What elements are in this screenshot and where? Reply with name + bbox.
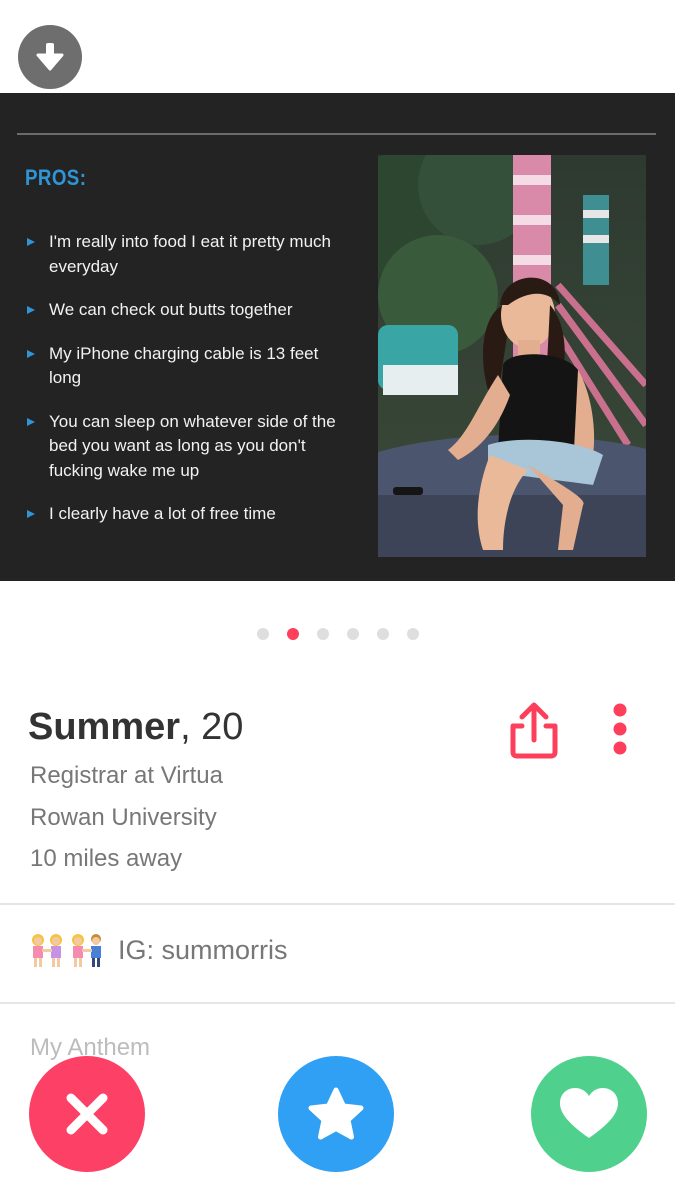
- bullet-arrow-icon: [27, 349, 35, 358]
- section-divider: [0, 1002, 675, 1004]
- share-button[interactable]: [505, 700, 563, 760]
- profile-school: Rowan University: [30, 804, 217, 831]
- more-options-button[interactable]: [605, 700, 635, 760]
- profile-name: Summer: [28, 706, 181, 748]
- pros-list: I'm really into food I eat it pretty muc…: [25, 230, 355, 546]
- people-holding-hands-emoji-icon: [30, 930, 110, 970]
- pros-heading: PROS:: [25, 165, 87, 190]
- pagination-dot-active[interactable]: [286, 628, 299, 640]
- profile-job: Registrar at Virtua: [30, 762, 223, 789]
- pros-item-text: You can sleep on whatever side of the be…: [49, 411, 336, 480]
- more-vertical-icon: [613, 703, 627, 755]
- pros-item: We can check out butts together: [25, 298, 355, 323]
- pros-item-text: I'm really into food I eat it pretty muc…: [49, 232, 331, 276]
- nope-button[interactable]: [29, 1056, 145, 1172]
- heart-icon: [560, 1088, 618, 1138]
- pros-item-text: We can check out butts together: [49, 300, 293, 319]
- profile-distance: 10 miles away: [30, 845, 183, 872]
- pagination-dot[interactable]: [406, 628, 419, 640]
- profile-age: , 20: [180, 706, 244, 748]
- bullet-arrow-icon: [27, 238, 35, 246]
- super-like-button[interactable]: [278, 1056, 394, 1172]
- pros-item-text: I clearly have a lot of free time: [49, 504, 276, 523]
- share-icon: [510, 702, 558, 759]
- profile-name-age: Summer, 20: [28, 706, 243, 749]
- bullet-arrow-icon: [27, 510, 35, 518]
- pagination-dot[interactable]: [316, 628, 329, 640]
- slide-divider: [17, 133, 656, 135]
- collapse-button[interactable]: [18, 25, 82, 89]
- bio-text: IG: summorris: [118, 934, 288, 965]
- pros-item: I'm really into food I eat it pretty muc…: [25, 230, 355, 279]
- bullet-arrow-icon: [27, 306, 35, 314]
- pros-item-text: My iPhone charging cable is 13 feet long: [49, 343, 319, 388]
- close-icon: [66, 1093, 108, 1135]
- pagination-dot[interactable]: [346, 628, 359, 640]
- section-divider: [0, 903, 675, 905]
- profile-bio: IG: summorris: [30, 930, 288, 970]
- pagination-dot[interactable]: [376, 628, 389, 640]
- like-button[interactable]: [531, 1056, 647, 1172]
- star-icon: [308, 1087, 364, 1140]
- pros-item: You can sleep on whatever side of the be…: [25, 410, 355, 484]
- bullet-arrow-icon: [27, 417, 35, 426]
- woman-photo: [378, 155, 646, 557]
- pagination-dot[interactable]: [256, 628, 269, 640]
- photo-pagination: [0, 628, 675, 640]
- arrow-down-icon: [36, 43, 64, 71]
- pros-item: I clearly have a lot of free time: [25, 502, 355, 527]
- pros-item: My iPhone charging cable is 13 feet long: [25, 342, 355, 391]
